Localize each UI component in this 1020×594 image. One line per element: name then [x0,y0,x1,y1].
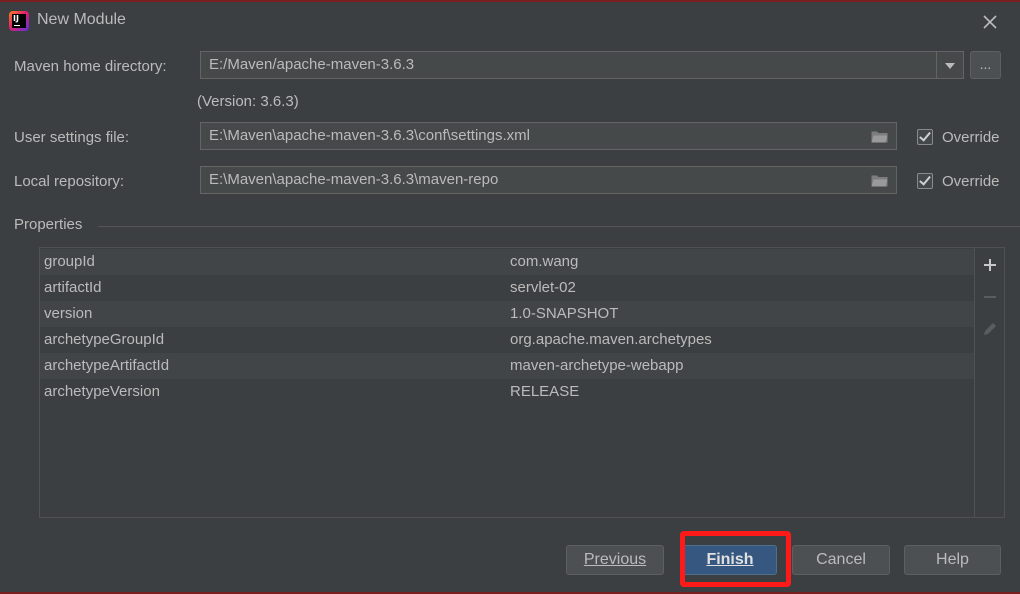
local-repo-value: E:\Maven\apache-maven-3.6.3\maven-repo [209,171,499,188]
edit-pencil-icon[interactable] [980,319,1000,339]
property-value: com.wang [510,253,579,270]
local-repo-field[interactable]: E:\Maven\apache-maven-3.6.3\maven-repo [200,166,897,194]
maven-home-label: Maven home directory: [14,58,167,75]
table-row[interactable]: artifactId servlet-02 [40,275,974,301]
local-repo-override-checkbox[interactable] [917,173,933,189]
properties-toolbar [974,248,1005,517]
property-value: servlet-02 [510,279,576,296]
property-key: version [44,305,93,322]
table-row[interactable]: archetypeArtifactId maven-archetype-weba… [40,353,974,379]
cancel-button[interactable]: Cancel [792,545,890,575]
local-repo-label: Local repository: [14,173,125,190]
user-settings-label: User settings file: [14,129,130,146]
intellij-logo-icon: IJ [9,11,29,31]
property-key: archetypeVersion [44,383,160,400]
table-row[interactable]: version 1.0-SNAPSHOT [40,301,974,327]
chevron-down-icon[interactable] [936,52,963,78]
properties-heading: Properties [14,216,83,233]
property-key: artifactId [44,279,102,296]
folder-icon[interactable] [871,130,888,143]
maven-home-combobox[interactable]: E:/Maven/apache-maven-3.6.3 [200,51,964,79]
property-value: 1.0-SNAPSHOT [510,305,619,322]
table-row[interactable]: archetypeGroupId org.apache.maven.archet… [40,327,974,353]
user-settings-override-label: Override [942,129,1000,146]
properties-table: groupId com.wang artifactId servlet-02 v… [39,247,1005,518]
property-key: archetypeGroupId [44,331,165,348]
window-title: New Module [37,11,126,28]
property-key: archetypeArtifactId [44,357,170,374]
property-value: org.apache.maven.archetypes [510,331,712,348]
user-settings-override-checkbox[interactable] [917,129,933,145]
maven-home-value: E:/Maven/apache-maven-3.6.3 [209,56,415,73]
property-value: maven-archetype-webapp [510,357,684,374]
user-settings-value: E:\Maven\apache-maven-3.6.3\conf\setting… [209,127,530,144]
property-value: RELEASE [510,383,580,400]
browse-button[interactable]: ... [970,51,1001,79]
maven-version-text: (Version: 3.6.3) [197,93,299,110]
table-row[interactable]: groupId com.wang [40,249,974,275]
folder-icon[interactable] [871,174,888,187]
previous-button[interactable]: Previous [566,545,664,575]
close-icon[interactable] [979,11,1001,33]
remove-icon[interactable] [980,287,1000,307]
help-button[interactable]: Help [904,545,1001,575]
property-key: groupId [44,253,95,270]
finish-highlight-box [680,531,791,587]
properties-table-body: groupId com.wang artifactId servlet-02 v… [40,248,974,517]
user-settings-field[interactable]: E:\Maven\apache-maven-3.6.3\conf\setting… [200,122,897,150]
add-icon[interactable] [980,255,1000,275]
table-row[interactable]: archetypeVersion RELEASE [40,379,974,405]
properties-separator [98,226,1020,227]
title-bar: IJ New Module [0,2,1020,40]
local-repo-override-label: Override [942,173,1000,190]
